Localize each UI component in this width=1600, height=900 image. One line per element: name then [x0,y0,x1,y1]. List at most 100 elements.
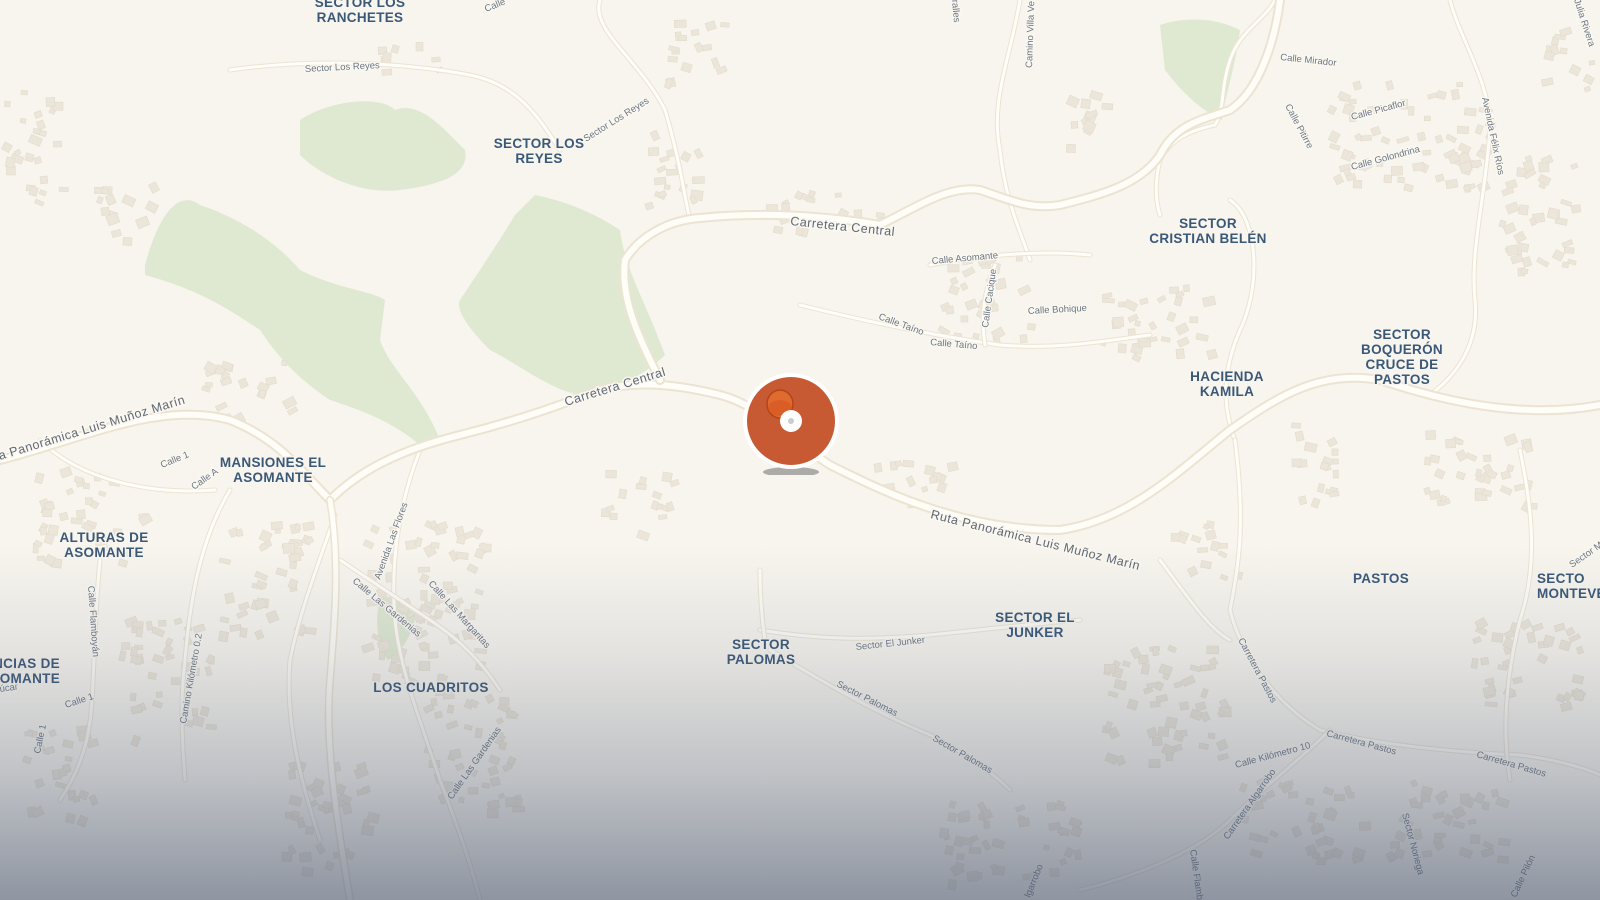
building [1389,840,1401,849]
building [239,627,248,638]
building [923,464,936,477]
building [1073,849,1082,861]
sector-cristian-belen[interactable]: SECTOR CRISTIAN BELÉN [1148,215,1268,248]
building [659,155,670,163]
building [1560,198,1573,207]
building [1470,657,1479,669]
alturas-de-asomante[interactable]: ALTURAS DE ASOMANTE [58,529,150,562]
building [214,401,228,412]
sector-los-ranchetes[interactable]: SECTOR LOS RANCHETES [313,0,406,27]
building [415,41,424,52]
building [285,811,292,819]
building [1014,804,1026,813]
building [981,839,992,851]
building [122,236,133,246]
alturas-de-asomante-line: ASOMANTE [64,545,144,560]
building [1217,752,1229,762]
calle-bohique: Calle Bohique [1028,303,1088,317]
building [121,642,131,650]
building [690,29,700,37]
building [1019,334,1028,344]
building [1165,752,1174,762]
building [1238,782,1248,793]
building [661,471,673,483]
sector-los-ranchetes-line: SECTOR LOS [315,0,406,10]
building [1536,653,1549,665]
sector-montevideo[interactable]: SECTO MONTEVE [1536,570,1600,603]
building [604,504,615,513]
building [258,389,266,399]
building [39,526,48,536]
park-area [300,101,466,191]
building [1472,636,1482,645]
building [636,529,651,542]
building [1436,90,1447,100]
place-labels: SECTOR LOS RANCHETES SECTOR LOS REYES SECT… [0,0,1600,697]
building [204,382,213,388]
sector-palomas[interactable]: SECTOR PALOMAS [725,636,796,669]
building [1588,60,1596,66]
building [270,521,284,531]
current-location-marker[interactable] [742,360,842,477]
map-view[interactable]: Carretera Central Carretera Central Ruta… [0,0,1600,900]
building [1558,639,1572,652]
building [1049,868,1060,878]
building [1167,644,1177,654]
building [1583,85,1592,93]
los-cuadritos[interactable]: LOS CUADRITOS [372,679,490,697]
building [145,620,154,631]
building [680,61,693,74]
building [1121,660,1131,668]
building [1512,676,1523,685]
los-cuadritos-line: LOS CUADRITOS [373,680,488,695]
building [282,542,296,554]
building [104,193,117,206]
building [976,801,988,813]
building [130,734,142,748]
building [34,777,45,789]
sector-el-junker[interactable]: SECTOR EL JUNKER [994,609,1076,642]
building [1408,106,1415,116]
building [298,851,312,863]
building [1140,663,1151,675]
sector-palomas-road-2: Sector Palomas [931,733,995,776]
building [1195,332,1209,342]
building [1155,694,1169,704]
building [1576,645,1585,655]
building [946,461,959,472]
building [1521,256,1533,268]
sector-boqueron-cruce-de-pastos[interactable]: SECTOR BOQUERÓN CRUCE DE PASTOS [1360,326,1445,389]
building [1497,855,1509,864]
building [265,609,280,624]
building [76,814,89,828]
building [88,794,99,806]
building [3,100,11,108]
building [130,704,143,715]
building [72,795,81,803]
building [19,117,27,124]
building [369,524,381,535]
mansiones-el-asomante[interactable]: MANSIONES EL ASOMANTE [218,454,327,487]
building [165,637,174,647]
sector-los-reyes[interactable]: SECTOR LOS REYES [492,135,585,168]
pastos[interactable]: PASTOS [1351,570,1410,588]
building [1385,80,1394,91]
building [720,22,730,28]
calle-1-top: Calle [483,0,507,15]
building [1563,246,1575,254]
building [431,56,441,63]
residencias-de-asomante[interactable]: NCIAS DEOMANTE [0,655,61,688]
building [45,96,56,107]
residencias-de-asomante-line: OMANTE [0,671,60,686]
building [20,89,29,96]
building [1157,726,1170,737]
building [419,573,430,585]
building [1456,82,1464,88]
building [1198,742,1209,750]
building [1452,820,1466,829]
building [36,555,45,561]
hacienda-kamila[interactable]: HACIENDA KAMILA [1189,368,1265,401]
building [1139,297,1149,306]
building [1568,63,1582,77]
building [1117,343,1127,354]
